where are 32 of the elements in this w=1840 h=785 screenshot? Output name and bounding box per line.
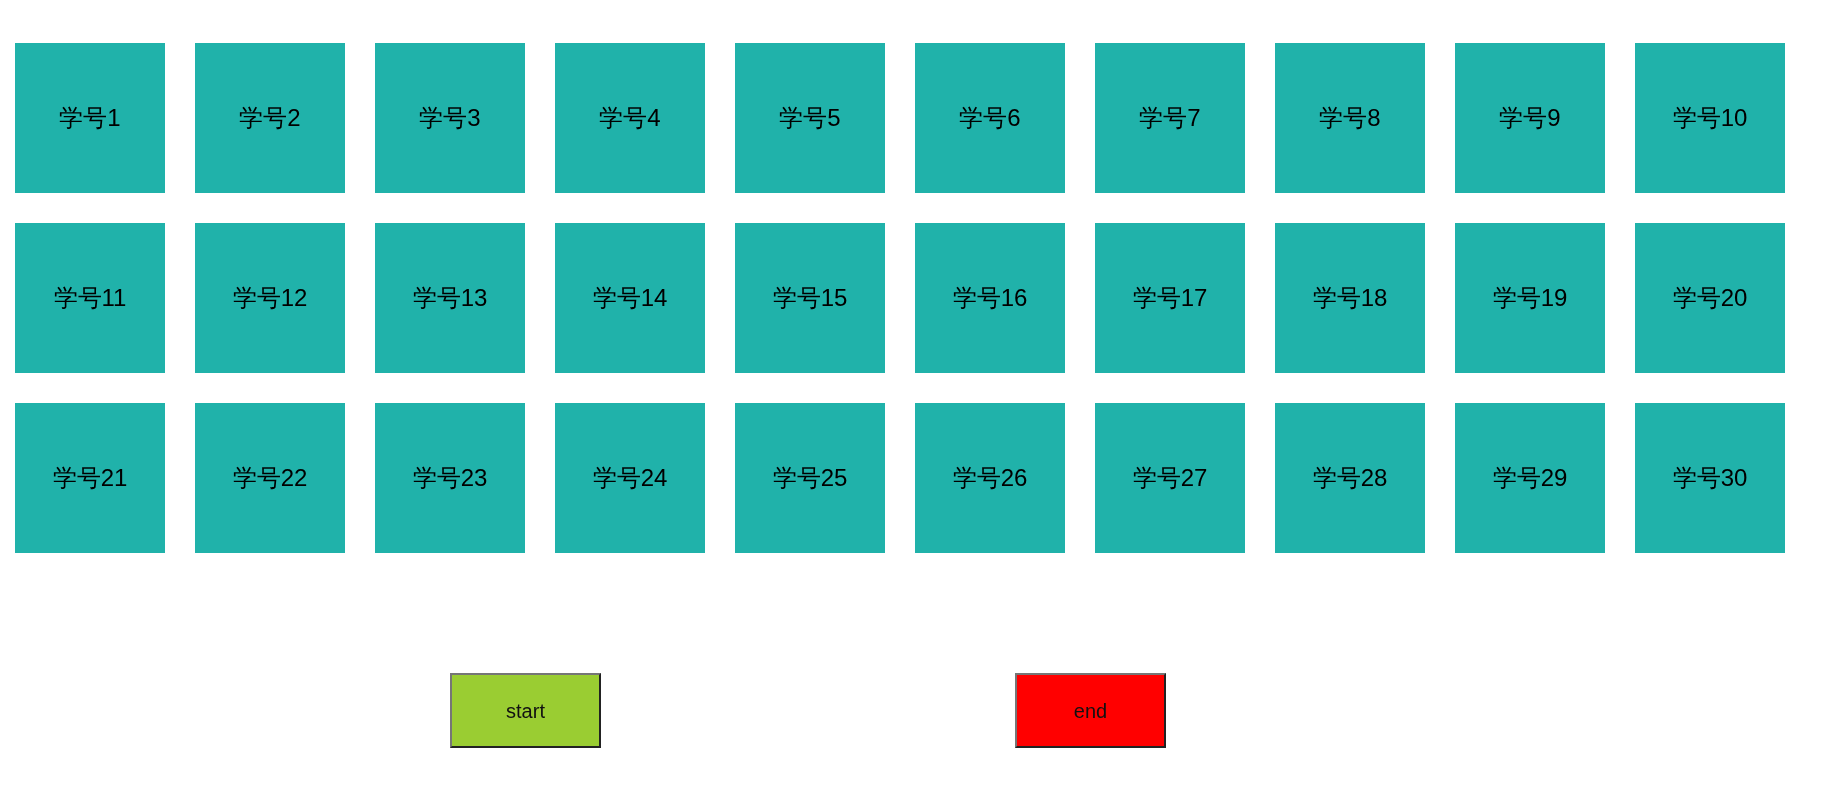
student-tile: 学号11 (15, 223, 165, 373)
student-tile: 学号16 (915, 223, 1065, 373)
student-tile: 学号5 (735, 43, 885, 193)
student-tile: 学号15 (735, 223, 885, 373)
student-tile: 学号2 (195, 43, 345, 193)
student-tile: 学号6 (915, 43, 1065, 193)
student-tile: 学号28 (1275, 403, 1425, 553)
student-tile: 学号27 (1095, 403, 1245, 553)
student-tile: 学号22 (195, 403, 345, 553)
student-tile: 学号14 (555, 223, 705, 373)
student-tile: 学号13 (375, 223, 525, 373)
student-tile: 学号10 (1635, 43, 1785, 193)
student-tile: 学号29 (1455, 403, 1605, 553)
student-tile: 学号23 (375, 403, 525, 553)
student-tile: 学号25 (735, 403, 885, 553)
student-tile: 学号30 (1635, 403, 1785, 553)
student-tile: 学号19 (1455, 223, 1605, 373)
student-tile: 学号18 (1275, 223, 1425, 373)
student-tile: 学号3 (375, 43, 525, 193)
student-tile: 学号21 (15, 403, 165, 553)
student-tile: 学号7 (1095, 43, 1245, 193)
student-tile: 学号1 (15, 43, 165, 193)
student-tile: 学号8 (1275, 43, 1425, 193)
student-tile: 学号26 (915, 403, 1065, 553)
student-tile: 学号17 (1095, 223, 1245, 373)
student-tile: 学号20 (1635, 223, 1785, 373)
student-tile: 学号4 (555, 43, 705, 193)
student-tile: 学号12 (195, 223, 345, 373)
end-button[interactable]: end (1015, 673, 1166, 748)
start-button[interactable]: start (450, 673, 601, 748)
student-tile: 学号24 (555, 403, 705, 553)
student-tile: 学号9 (1455, 43, 1605, 193)
